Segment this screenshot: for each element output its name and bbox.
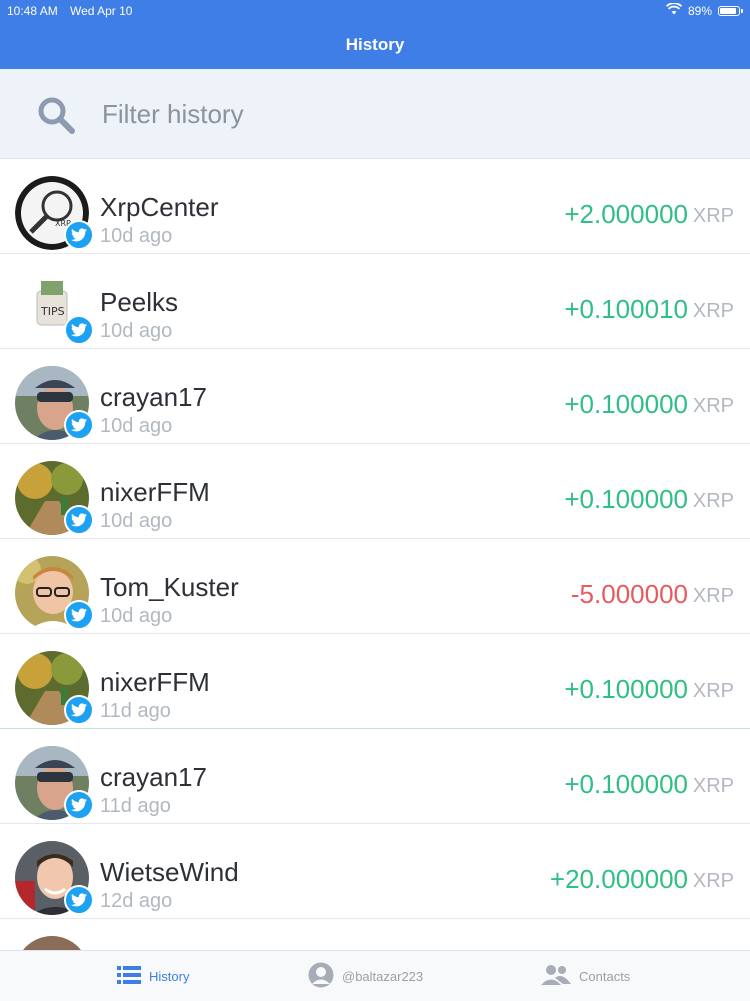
status-bar: 10:48 AM Wed Apr 10 89% [0, 0, 750, 22]
currency: XRP [692, 870, 734, 892]
history-row[interactable]: nixerFFM 11d ago +0.100000 XRP [0, 634, 750, 729]
page-title: History [345, 35, 405, 54]
time-ago: 11d ago [100, 700, 171, 722]
filter-history-input[interactable] [100, 93, 704, 135]
amount: +2.000000 [564, 199, 688, 229]
contact-name: nixerFFM [100, 477, 210, 507]
time-ago: 10d ago [100, 415, 173, 437]
list-icon [117, 965, 141, 988]
time-ago: 10d ago [100, 320, 173, 342]
currency: XRP [692, 395, 734, 417]
time-ago: 10d ago [100, 510, 173, 532]
twitter-icon [64, 505, 94, 535]
amount: +0.100000 [564, 389, 688, 419]
twitter-icon [64, 410, 94, 440]
contact-name: crayan17 [100, 382, 207, 412]
tab-account[interactable]: @baltazar223 [308, 951, 423, 1001]
currency: XRP [692, 205, 734, 227]
contact-name: XrpCenter [100, 192, 219, 222]
twitter-icon [64, 695, 94, 725]
contact-name: Peelks [100, 287, 179, 317]
contact-name: crayan17 [100, 762, 207, 792]
contact-name: nixerFFM [100, 667, 210, 697]
twitter-icon [64, 220, 94, 250]
currency: XRP [692, 775, 734, 797]
tab-contacts-label: Contacts [579, 968, 631, 984]
history-row[interactable]: WietseWind 12d ago +20.000000 XRP [0, 824, 750, 919]
twitter-icon [64, 885, 94, 915]
time-ago: 12d ago [100, 890, 173, 912]
battery-percent: 89% [687, 3, 712, 18]
user-icon [308, 962, 334, 991]
battery-icon [718, 5, 743, 16]
avatar [15, 936, 89, 951]
tab-history-label: History [149, 968, 190, 984]
history-list: XRP XrpCenter 10d ago +2.000000 XRP TIPS… [0, 158, 750, 951]
time-ago: 11d ago [100, 795, 171, 817]
twitter-icon [64, 315, 94, 345]
currency: XRP [692, 680, 734, 702]
svg-text:TIPS: TIPS [40, 305, 65, 318]
status-date: Wed Apr 10 [70, 4, 133, 18]
amount: -5.000000 [570, 579, 688, 609]
search-icon[interactable] [37, 96, 77, 141]
currency: XRP [692, 490, 734, 512]
status-right: 89% [665, 2, 743, 18]
contact-name: Tom_Kuster [100, 572, 239, 602]
history-row[interactable]: crayan17 10d ago +0.100000 XRP [0, 349, 750, 444]
status-time: 10:48 AM [7, 4, 58, 18]
history-row-partial[interactable] [0, 919, 750, 951]
tab-history[interactable]: History [117, 951, 189, 1001]
contact-name: WietseWind [100, 857, 239, 887]
amount: +0.100000 [564, 674, 688, 704]
time-ago: 10d ago [100, 605, 173, 627]
tab-account-label: @baltazar223 [342, 968, 424, 984]
tab-contacts[interactable]: Contacts [541, 951, 630, 1001]
currency: XRP [692, 585, 734, 607]
twitter-icon [64, 600, 94, 630]
history-row[interactable]: TIPS Peelks 10d ago +0.100010 XRP [0, 254, 750, 349]
search-bar [0, 69, 750, 158]
contacts-icon [541, 964, 571, 989]
wifi-icon [665, 2, 683, 18]
tab-bar: History @baltazar223 Contacts [0, 950, 750, 1001]
amount: +20.000000 [549, 864, 688, 894]
twitter-icon [64, 790, 94, 820]
nav-bar: History [0, 22, 750, 69]
history-row[interactable]: nixerFFM 10d ago +0.100000 XRP [0, 444, 750, 539]
history-row[interactable]: XRP XrpCenter 10d ago +2.000000 XRP [0, 159, 750, 254]
amount: +0.100000 [564, 769, 688, 799]
amount: +0.100010 [564, 294, 688, 324]
history-row[interactable]: Tom_Kuster 10d ago -5.000000 XRP [0, 539, 750, 634]
amount: +0.100000 [564, 484, 688, 514]
currency: XRP [692, 300, 734, 322]
history-row[interactable]: crayan17 11d ago +0.100000 XRP [0, 729, 750, 824]
time-ago: 10d ago [100, 225, 173, 247]
